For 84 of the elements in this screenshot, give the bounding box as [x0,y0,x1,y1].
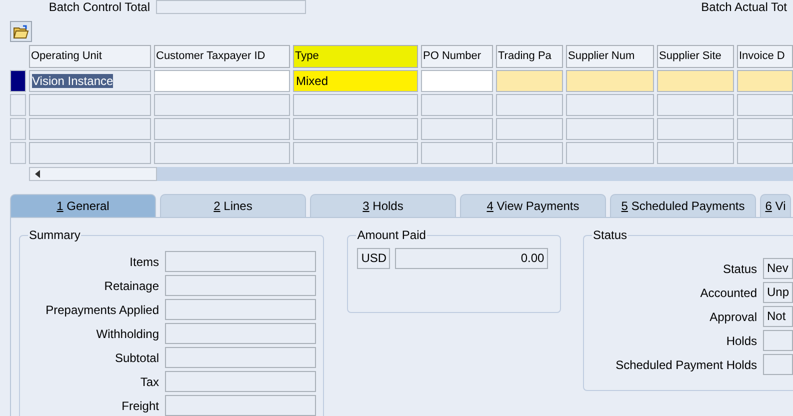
text-field[interactable] [763,354,793,375]
table-cell[interactable] [737,94,793,116]
column-header: Supplier Num [566,45,654,68]
scrollbar-thumb[interactable] [29,167,157,181]
table-cell[interactable] [737,118,793,140]
field-label: Retainage [103,278,159,294]
text-field[interactable] [165,251,316,272]
text-field[interactable]: Unp [763,282,793,303]
table-cell[interactable] [421,94,493,116]
table-cell[interactable] [496,94,563,116]
tab[interactable]: 2 Lines [160,194,306,217]
group-title: Status [592,228,628,242]
row-indicator[interactable] [10,70,26,92]
text-field[interactable] [165,323,316,344]
text-field[interactable]: Not [763,306,793,327]
column-header: Trading Pa [496,45,563,68]
column-header: Supplier Site [657,45,734,68]
text-field[interactable]: Nev [763,258,793,279]
field-label: Batch Actual Tot [701,0,787,14]
table-cell[interactable] [293,118,418,140]
field-label: Scheduled Payment Holds [614,356,757,374]
table-cell[interactable] [566,118,654,140]
table-cell[interactable] [293,142,418,164]
table-cell[interactable] [29,142,151,164]
tab[interactable]: 1 General [10,194,156,217]
tab[interactable]: 4 View Payments [460,194,606,217]
folder-button[interactable] [10,21,32,42]
text-field[interactable] [156,0,306,14]
table-cell[interactable] [566,94,654,116]
text-field[interactable] [763,330,793,351]
field-label: Approval [708,308,757,326]
left-arrow-icon [34,170,42,178]
tab[interactable]: 5 Scheduled Payments [610,194,756,217]
text-field[interactable] [165,395,316,416]
table-cell[interactable] [421,70,493,92]
table-cell[interactable] [421,142,493,164]
table-cell[interactable] [496,142,563,164]
field-label: Tax [139,374,159,390]
table-cell[interactable] [154,142,290,164]
table-cell[interactable] [657,142,734,164]
group-title: Amount Paid [356,228,427,242]
text-field[interactable] [165,347,316,368]
table-cell[interactable] [29,94,151,116]
table-cell[interactable] [737,70,793,92]
table-cell[interactable] [737,142,793,164]
table-cell[interactable] [29,118,151,140]
table-cell[interactable] [421,118,493,140]
table-cell[interactable]: Vision Instance [29,70,151,92]
table-cell[interactable] [657,70,734,92]
table-cell[interactable] [154,94,290,116]
field-label: Withholding [95,326,159,342]
column-header: Operating Unit [29,45,151,68]
field-label: Prepayments Applied [44,302,159,318]
table-cell[interactable] [657,118,734,140]
column-header: Type [293,45,418,68]
table-cell[interactable] [154,118,290,140]
table-cell[interactable] [566,142,654,164]
amount-field[interactable]: 0.00 [395,248,548,269]
table-cell[interactable] [496,70,563,92]
table-cell[interactable] [154,70,290,92]
field-label: Items [128,254,159,270]
text-field[interactable] [165,371,316,392]
text-field[interactable] [165,299,316,320]
table-cell[interactable] [293,94,418,116]
text-field[interactable] [165,275,316,296]
tab[interactable]: 6 Vi [760,194,791,217]
column-header: Invoice D [737,45,793,68]
table-cell[interactable] [657,94,734,116]
folder-icon [13,24,29,38]
field-label: Subtotal [114,350,159,366]
column-header: Customer Taxpayer ID [154,45,290,68]
table-cell[interactable] [566,70,654,92]
field-label: Holds [725,332,757,350]
field-label: Batch Control Total [48,0,150,14]
field-label: Freight [120,398,159,414]
currency-field[interactable]: USD [357,248,390,269]
group-title: Summary [28,228,82,242]
table-cell[interactable]: Mixed [293,70,418,92]
field-label: Accounted [699,284,757,302]
tab[interactable]: 3 Holds [310,194,456,217]
column-header: PO Number [421,45,493,68]
table-cell[interactable] [496,118,563,140]
horizontal-scrollbar[interactable] [29,167,793,181]
field-label: Status [722,260,757,278]
